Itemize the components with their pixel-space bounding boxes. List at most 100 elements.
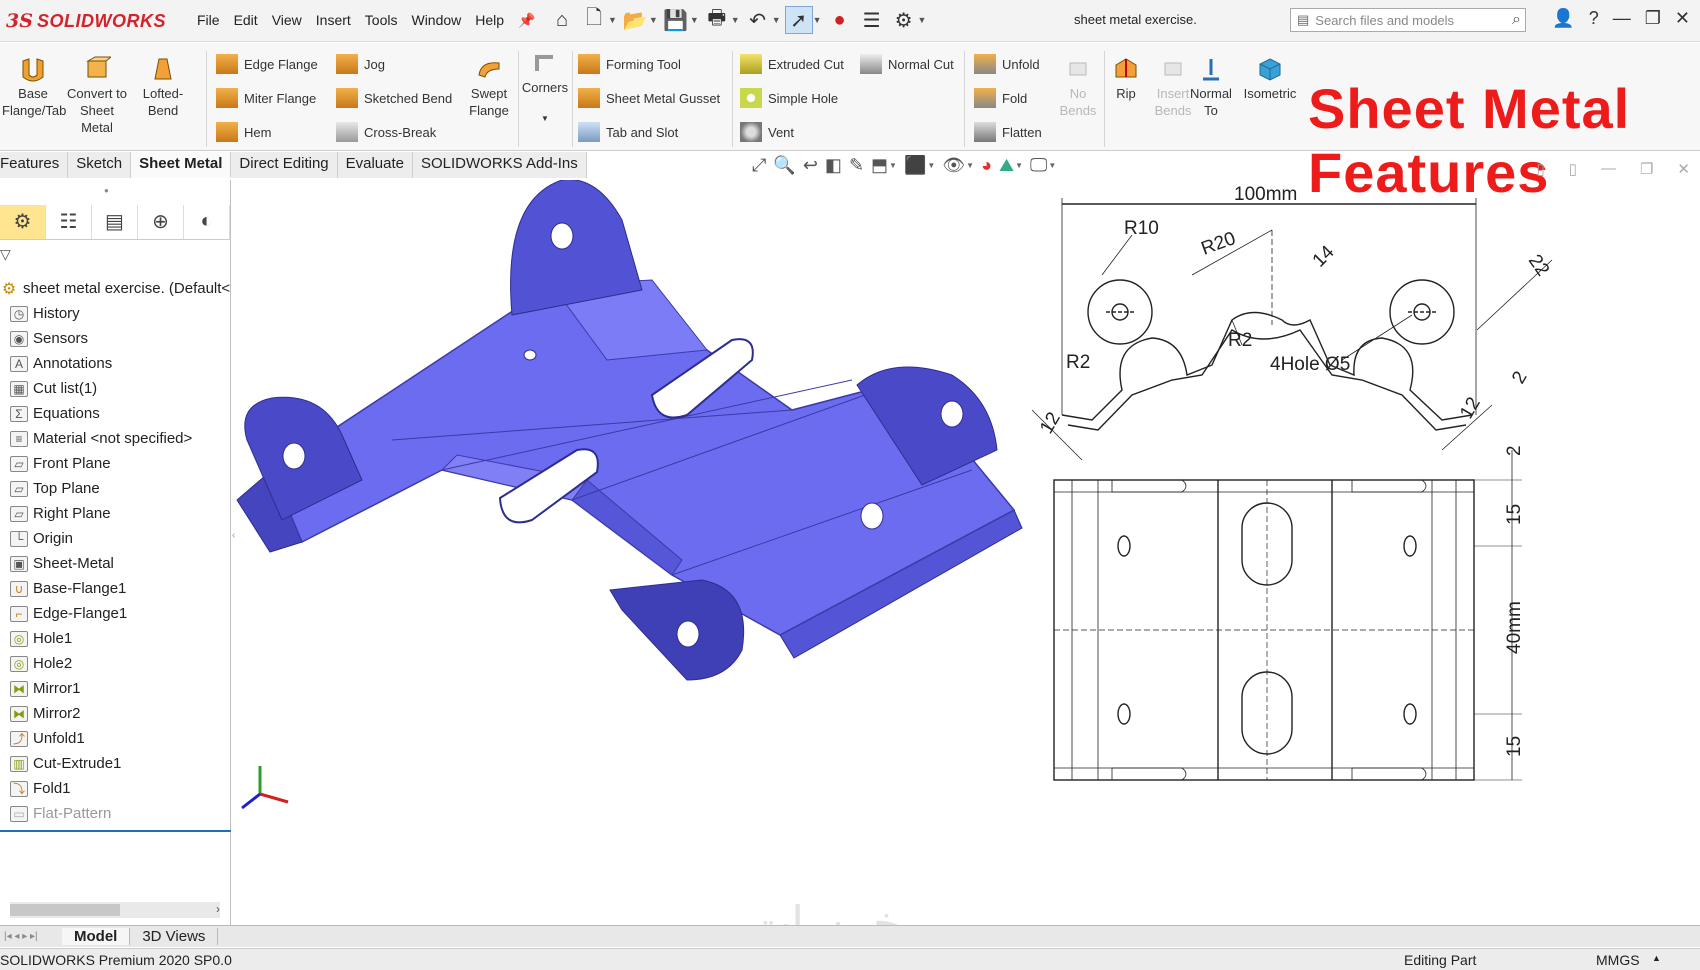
tree-item-fold1[interactable]: ⤵ Fold1 [0,776,231,801]
tab-features[interactable]: Features [0,152,69,178]
normal-cut-button[interactable]: Normal Cut [860,53,954,75]
print-dropdown-icon[interactable]: ▼ [731,15,740,25]
menu-tools[interactable]: Tools [358,12,405,29]
tree-item-hole2[interactable]: ◎ Hole2 [0,651,231,676]
no-bends-button[interactable]: No Bends [1054,55,1102,119]
save-icon[interactable]: 💾 [662,6,690,34]
print-icon[interactable]: 🖶 [703,6,731,34]
hide-show-items-icon[interactable]: 👁 [942,155,965,176]
unfold-button[interactable]: Unfold [974,53,1040,75]
vent-button[interactable]: Vent [740,121,794,143]
doc-minimize-icon[interactable]: — [1601,160,1616,178]
split-left-icon[interactable]: ▯ [1536,160,1544,178]
corners-dropdown-icon[interactable]: ▼ [520,110,570,127]
select-dropdown-icon[interactable]: ▼ [813,15,822,25]
scene-dropdown-icon[interactable]: ▼ [1015,161,1023,170]
new-dropdown-icon[interactable]: ▼ [608,15,617,25]
scroll-right-icon[interactable]: › [216,902,220,916]
minimize-icon[interactable]: — [1613,8,1631,29]
tree-item-top-plane[interactable]: ▱ Top Plane [0,476,231,501]
units-dropdown-icon[interactable]: ▲ [1652,953,1661,963]
featuremanager-tab-icon[interactable]: ⚙ [0,204,46,239]
tree-item-equations[interactable]: Σ Equations [0,401,231,426]
tree-item-unfold1[interactable]: ⤴ Unfold1 [0,726,231,751]
tree-item-hole1[interactable]: ◎ Hole1 [0,626,231,651]
hem-button[interactable]: Hem [216,121,271,143]
menu-edit[interactable]: Edit [227,12,265,29]
apply-scene-icon[interactable]: ⛰ [999,155,1014,176]
tree-item-material[interactable]: ≡ Material <not specified> [0,426,231,451]
forming-tool-button[interactable]: Forming Tool [578,53,681,75]
filter-icon[interactable]: ▽ [0,246,11,263]
fold-button[interactable]: Fold [974,87,1027,109]
view-settings-dropdown-icon[interactable]: ▼ [1048,161,1056,170]
flatten-button[interactable]: Flatten [974,121,1042,143]
tree-item-edge-flange[interactable]: ⌐ Edge-Flange1 [0,601,231,626]
menu-file[interactable]: File [190,12,227,29]
miter-flange-button[interactable]: Miter Flange [216,87,316,109]
tree-item-sensors[interactable]: ◉ Sensors [0,326,231,351]
edit-appearance-icon[interactable]: ◕ [981,155,992,176]
undo-icon[interactable]: ↶ [744,6,772,34]
undo-dropdown-icon[interactable]: ▼ [772,15,781,25]
rip-button[interactable]: Rip [1104,55,1148,102]
tree-item-origin[interactable]: └ Origin [0,526,231,551]
swept-flange-button[interactable]: Swept Flange [462,55,516,119]
tab-scroll-arrows-icon[interactable]: |◂ ◂ ▸ ▸| [0,931,62,942]
doc-restore-icon[interactable]: ❐ [1640,160,1653,178]
rollback-bar[interactable] [0,830,231,832]
isometric-button[interactable]: Isometric [1240,55,1300,102]
edge-flange-button[interactable]: Edge Flange [216,53,318,75]
sketched-bend-button[interactable]: Sketched Bend [336,87,452,109]
view-orientation-dropdown-icon[interactable]: ▼ [889,161,897,170]
tab-model[interactable]: Model [62,928,131,945]
tab-direct-editing[interactable]: Direct Editing [231,152,338,178]
file-properties-icon[interactable]: ☰ [858,6,886,34]
user-icon[interactable]: 👤 [1552,8,1574,29]
help-icon[interactable]: ? [1589,8,1599,29]
display-style-icon[interactable]: ⬛ [904,155,926,176]
tree-item-sheet-metal[interactable]: ▣ Sheet-Metal [0,551,231,576]
status-units[interactable]: MMGS [1596,952,1640,968]
view-orientation-icon[interactable]: ⬒ [871,155,888,176]
tab-and-slot-button[interactable]: Tab and Slot [578,121,678,143]
graphics-area[interactable]: 100mm R10 R20 14 22 R2 R2 4Hole Ø5 12 12… [232,179,1700,925]
corners-button[interactable]: Corners ▼ [520,49,570,127]
home-icon[interactable]: ⌂ [548,6,576,34]
pin-icon[interactable]: 📌 [511,12,542,29]
dimxpert-tab-icon[interactable]: ⊕ [138,204,184,239]
normal-to-button[interactable]: Normal To [1186,55,1236,119]
menu-insert[interactable]: Insert [309,12,358,29]
tab-sheet-metal[interactable]: Sheet Metal [131,152,232,178]
simple-hole-button[interactable]: Simple Hole [740,87,838,109]
propertymanager-tab-icon[interactable]: ☷ [46,204,92,239]
search-scope-icon[interactable]: ▤ [1297,12,1309,28]
restore-icon[interactable]: ❐ [1645,8,1661,29]
tree-item-base-flange[interactable]: ∪ Base-Flange1 [0,576,231,601]
tab-evaluate[interactable]: Evaluate [337,152,413,178]
options-dropdown-icon[interactable]: ▼ [918,15,927,25]
tree-item-history[interactable]: ◷ History [0,301,231,326]
tree-item-flat-pattern[interactable]: ▭ Flat-Pattern [0,801,231,826]
menu-window[interactable]: Window [404,12,468,29]
base-flange-button[interactable]: Base Flange/Tab [2,55,66,119]
horizontal-scrollbar[interactable] [10,902,220,918]
tab-3d-views[interactable]: 3D Views [130,928,219,945]
jog-button[interactable]: Jog [336,53,385,75]
tree-item-front-plane[interactable]: ▱ Front Plane [0,451,231,476]
search-box[interactable]: ▤ Search files and models ⌕ [1290,8,1526,32]
select-arrow-icon[interactable]: ➚ [784,6,813,34]
split-right-icon[interactable]: ▯ [1569,160,1577,178]
save-dropdown-icon[interactable]: ▼ [690,15,699,25]
panel-collapse-handle[interactable]: ● [104,186,109,195]
new-document-icon[interactable]: 🗋 [580,6,608,34]
scrollbar-thumb[interactable] [10,904,120,916]
open-folder-icon[interactable]: 📂 [621,6,649,34]
sheet-metal-part-model[interactable] [236,179,1023,681]
tab-sketch[interactable]: Sketch [68,152,132,178]
cross-break-button[interactable]: Cross-Break [336,121,436,143]
menu-help[interactable]: Help [468,12,511,29]
convert-to-sheet-metal-button[interactable]: Convert to Sheet Metal [66,55,128,136]
search-icon[interactable]: ⌕ [1512,11,1521,29]
view-settings-icon[interactable]: 🖵 [1030,155,1047,176]
